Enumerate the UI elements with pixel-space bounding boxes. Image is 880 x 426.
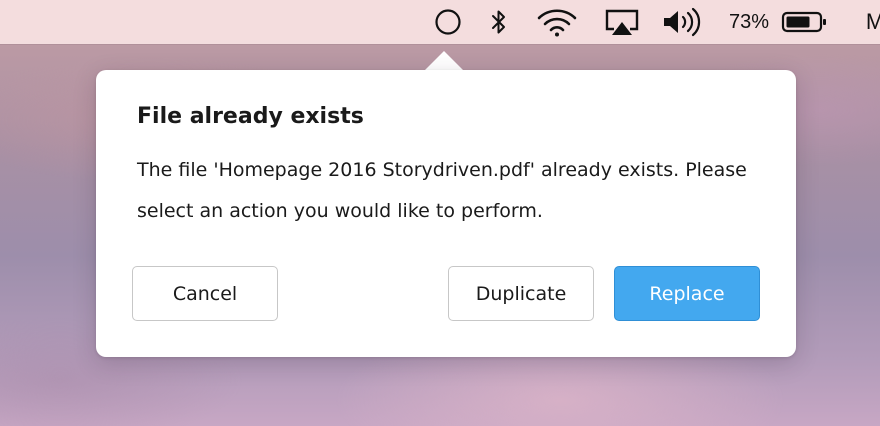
duplicate-button[interactable]: Duplicate xyxy=(448,266,594,321)
volume-icon[interactable] xyxy=(660,0,706,44)
menu-bar-trailing-item[interactable]: M xyxy=(860,0,880,44)
battery-percent[interactable]: 73% xyxy=(724,0,774,44)
status-circle-icon[interactable] xyxy=(430,0,466,44)
wifi-icon[interactable] xyxy=(534,0,580,44)
menu-bar: 73% M xyxy=(0,0,880,44)
bluetooth-icon[interactable] xyxy=(484,0,514,44)
airplay-icon[interactable] xyxy=(600,0,644,44)
dialog-title: File already exists xyxy=(137,104,364,129)
dialog-message: The file 'Homepage 2016 Storydriven.pdf'… xyxy=(137,159,747,222)
cancel-button[interactable]: Cancel xyxy=(132,266,278,321)
replace-button[interactable]: Replace xyxy=(614,266,760,321)
popover-arrow xyxy=(424,51,464,71)
battery-icon[interactable] xyxy=(780,0,830,44)
file-exists-dialog: File already exists The file 'Homepage 2… xyxy=(96,70,796,357)
